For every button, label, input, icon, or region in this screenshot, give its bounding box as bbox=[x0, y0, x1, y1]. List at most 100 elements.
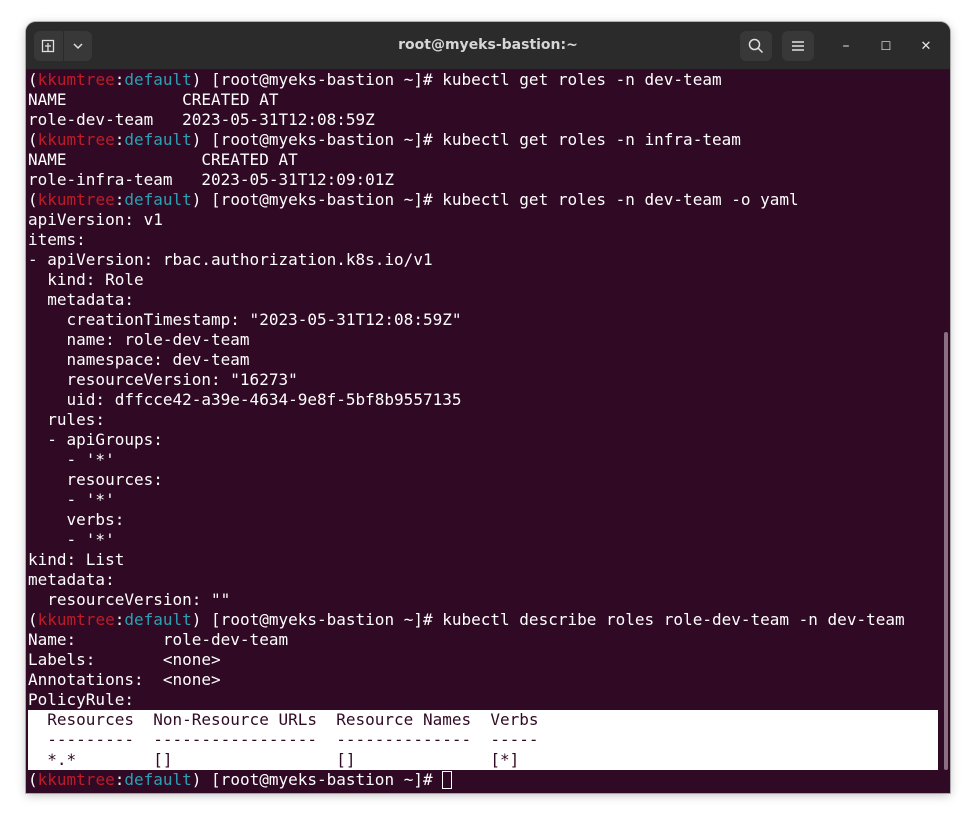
text-cursor[interactable] bbox=[442, 771, 453, 789]
shell-prompt: ) [root@myeks-bastion ~]# bbox=[191, 130, 443, 149]
output-text: uid: dffcce42-a39e-4634-9e8f-5bf8b955713… bbox=[28, 390, 462, 409]
output-text: apiVersion: v1 bbox=[28, 210, 163, 229]
output-text: role-dev-team 2023-05-31T12:08:59Z bbox=[28, 110, 375, 129]
output-text: resourceVersion: "" bbox=[28, 590, 231, 609]
output-text: items: bbox=[28, 230, 86, 249]
prompt-paren: ( bbox=[28, 70, 38, 89]
output-text: - '*' bbox=[28, 490, 115, 509]
output-text: verbs: bbox=[28, 510, 125, 529]
output-text: namespace: dev-team bbox=[28, 350, 250, 369]
output-line: verbs: bbox=[28, 510, 938, 530]
output-line: metadata: bbox=[28, 570, 938, 590]
search-icon bbox=[748, 38, 764, 54]
minimize-button[interactable]: – bbox=[834, 34, 858, 58]
output-line: name: role-dev-team bbox=[28, 330, 938, 350]
output-text: NAME CREATED AT bbox=[28, 90, 279, 109]
prompt-separator: : bbox=[114, 190, 125, 209]
prompt-paren: ( bbox=[28, 770, 38, 789]
output-line: - '*' bbox=[28, 530, 938, 550]
terminal-window: root@myeks-bastion:~ – ☐ ✕ (kkumtree:def… bbox=[26, 22, 950, 793]
output-line: Name: role-dev-team bbox=[28, 630, 938, 650]
output-line: apiVersion: v1 bbox=[28, 210, 938, 230]
selected-output-line: *.* [] [] [*] bbox=[28, 750, 938, 770]
kube-context-name: kkumtree bbox=[37, 70, 115, 89]
kube-context-name: kkumtree bbox=[37, 610, 115, 629]
minimize-icon: – bbox=[842, 38, 850, 54]
selected-output-line: --------- ----------------- ------------… bbox=[28, 730, 938, 750]
prompt-line: (kkumtree:default) [root@myeks-bastion ~… bbox=[28, 130, 938, 150]
shell-prompt: ) [root@myeks-bastion ~]# bbox=[191, 70, 443, 89]
output-text: - '*' bbox=[28, 450, 115, 469]
output-text: --------- ----------------- ------------… bbox=[28, 730, 938, 750]
output-line: - '*' bbox=[28, 490, 938, 510]
selected-output-line: Resources Non-Resource URLs Resource Nam… bbox=[28, 710, 938, 730]
output-text: - apiGroups: bbox=[28, 430, 163, 449]
kube-context-name: kkumtree bbox=[37, 190, 115, 209]
menu-button[interactable] bbox=[782, 31, 814, 61]
prompt-separator: : bbox=[114, 610, 125, 629]
output-line: uid: dffcce42-a39e-4634-9e8f-5bf8b955713… bbox=[28, 390, 938, 410]
output-line: kind: List bbox=[28, 550, 938, 570]
output-line: NAME CREATED AT bbox=[28, 150, 938, 170]
output-line: PolicyRule: bbox=[28, 690, 938, 710]
scrollbar[interactable] bbox=[944, 332, 948, 770]
output-line: Annotations: <none> bbox=[28, 670, 938, 690]
output-text: metadata: bbox=[28, 570, 115, 589]
output-text: resources: bbox=[28, 470, 163, 489]
output-text: name: role-dev-team bbox=[28, 330, 250, 349]
prompt-line: (kkumtree:default) [root@myeks-bastion ~… bbox=[28, 610, 938, 630]
output-line: metadata: bbox=[28, 290, 938, 310]
close-icon: ✕ bbox=[920, 38, 932, 54]
output-text: NAME CREATED AT bbox=[28, 150, 298, 169]
output-text: role-infra-team 2023-05-31T12:09:01Z bbox=[28, 170, 395, 189]
output-text: rules: bbox=[28, 410, 106, 429]
prompt-line: (kkumtree:default) [root@myeks-bastion ~… bbox=[28, 70, 938, 90]
kube-context-name: kkumtree bbox=[37, 130, 115, 149]
output-text: - apiVersion: rbac.authorization.k8s.io/… bbox=[28, 250, 433, 269]
shell-prompt: ) [root@myeks-bastion ~]# bbox=[191, 190, 443, 209]
maximize-button[interactable]: ☐ bbox=[874, 34, 898, 58]
output-text: *.* [] [] [*] bbox=[28, 750, 938, 770]
prompt-line: (kkumtree:default) [root@myeks-bastion ~… bbox=[28, 770, 938, 790]
shell-prompt: ) [root@myeks-bastion ~]# bbox=[191, 610, 443, 629]
kube-namespace-name: default bbox=[124, 70, 192, 89]
output-text: creationTimestamp: "2023-05-31T12:08:59Z… bbox=[28, 310, 462, 329]
shell-prompt: ) [root@myeks-bastion ~]# bbox=[191, 770, 443, 789]
title-bar: root@myeks-bastion:~ – ☐ ✕ bbox=[26, 22, 950, 70]
terminal-lines: (kkumtree:default) [root@myeks-bastion ~… bbox=[28, 70, 938, 790]
output-text: - '*' bbox=[28, 530, 115, 549]
output-line: resourceVersion: "" bbox=[28, 590, 938, 610]
output-line: creationTimestamp: "2023-05-31T12:08:59Z… bbox=[28, 310, 938, 330]
output-text: resourceVersion: "16273" bbox=[28, 370, 298, 389]
kube-namespace-name: default bbox=[124, 130, 192, 149]
output-text: Labels: <none> bbox=[28, 650, 221, 669]
output-text: PolicyRule: bbox=[28, 690, 134, 709]
output-text: Name: role-dev-team bbox=[28, 630, 289, 649]
output-line: - apiVersion: rbac.authorization.k8s.io/… bbox=[28, 250, 938, 270]
output-text: kind: List bbox=[28, 550, 125, 569]
prompt-separator: : bbox=[114, 70, 125, 89]
output-text: Annotations: <none> bbox=[28, 670, 221, 689]
kube-namespace-name: default bbox=[124, 610, 192, 629]
prompt-separator: : bbox=[114, 130, 125, 149]
output-text: Resources Non-Resource URLs Resource Nam… bbox=[28, 710, 938, 730]
output-line: resourceVersion: "16273" bbox=[28, 370, 938, 390]
command-text: kubectl get roles -n dev-team -o yaml bbox=[442, 190, 799, 209]
output-line: namespace: dev-team bbox=[28, 350, 938, 370]
prompt-separator: : bbox=[114, 770, 125, 789]
search-button[interactable] bbox=[740, 31, 772, 61]
output-line: role-infra-team 2023-05-31T12:09:01Z bbox=[28, 170, 938, 190]
kube-namespace-name: default bbox=[124, 190, 192, 209]
close-button[interactable]: ✕ bbox=[914, 34, 938, 58]
output-line: Labels: <none> bbox=[28, 650, 938, 670]
output-line: - apiGroups: bbox=[28, 430, 938, 450]
output-line: role-dev-team 2023-05-31T12:08:59Z bbox=[28, 110, 938, 130]
output-line: NAME CREATED AT bbox=[28, 90, 938, 110]
kube-namespace-name: default bbox=[124, 770, 192, 789]
output-line: items: bbox=[28, 230, 938, 250]
prompt-line: (kkumtree:default) [root@myeks-bastion ~… bbox=[28, 190, 938, 210]
output-text: kind: Role bbox=[28, 270, 144, 289]
kube-context-name: kkumtree bbox=[37, 770, 115, 789]
prompt-paren: ( bbox=[28, 130, 38, 149]
terminal-output[interactable]: (kkumtree:default) [root@myeks-bastion ~… bbox=[26, 70, 950, 793]
